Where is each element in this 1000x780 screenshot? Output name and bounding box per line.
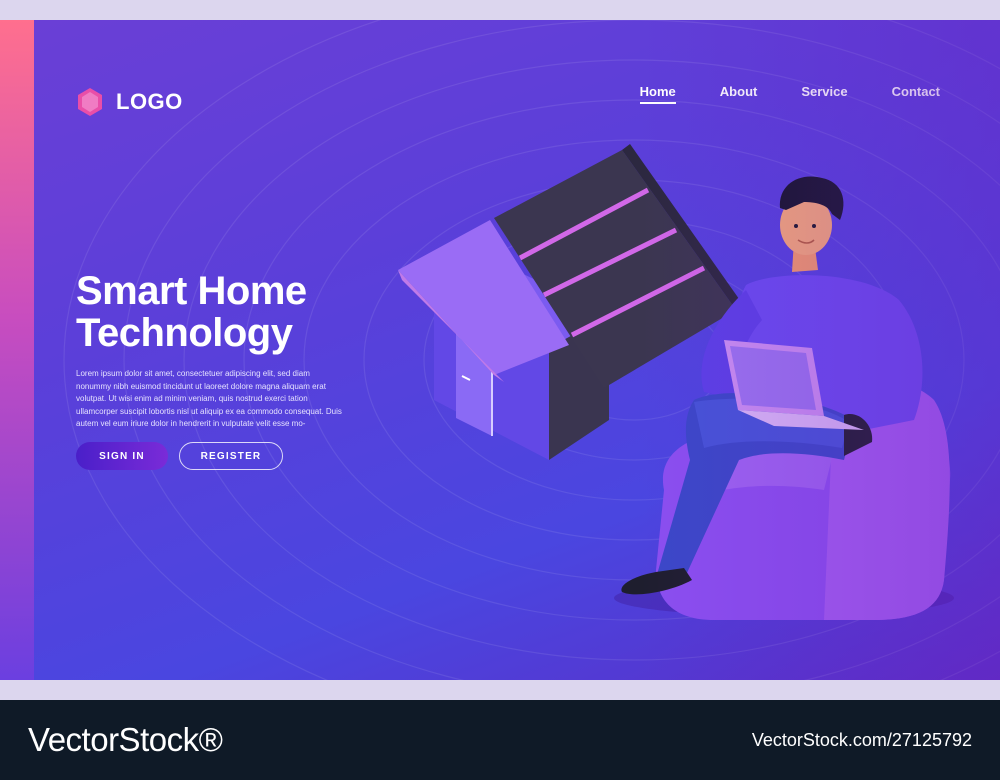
main-nav: Home About Service Contact (639, 84, 940, 104)
register-button[interactable]: REGISTER (179, 442, 283, 470)
nav-contact[interactable]: Contact (892, 84, 940, 104)
watermark-bar: VectorStock® VectorStock.com/27125792 (0, 700, 1000, 780)
nav-service[interactable]: Service (801, 84, 847, 104)
top-frame-border (0, 0, 1000, 20)
hero-title: Smart Home Technology (76, 270, 396, 354)
nav-home[interactable]: Home (639, 84, 676, 104)
hexagon-logo-icon (78, 88, 102, 116)
hero-title-line1: Smart Home (76, 269, 307, 313)
smart-home-illustration (398, 144, 954, 620)
hero-title-line2: Technology (76, 311, 293, 355)
nav-about[interactable]: About (720, 84, 758, 104)
watermark-id: VectorStock.com/27125792 (751, 729, 972, 750)
watermark-brand: VectorStock® (28, 721, 223, 758)
logo-text: LOGO (116, 89, 183, 114)
hero-section: LOGO Home About Service Contact Smart Ho… (34, 20, 1000, 680)
logo[interactable]: LOGO (74, 86, 183, 118)
bottom-frame-border (0, 680, 1000, 700)
hero-body-text: Lorem ipsum dolor sit amet, consectetuer… (76, 369, 342, 429)
accent-strip (0, 20, 34, 680)
sign-in-button[interactable]: SIGN IN (76, 442, 168, 470)
